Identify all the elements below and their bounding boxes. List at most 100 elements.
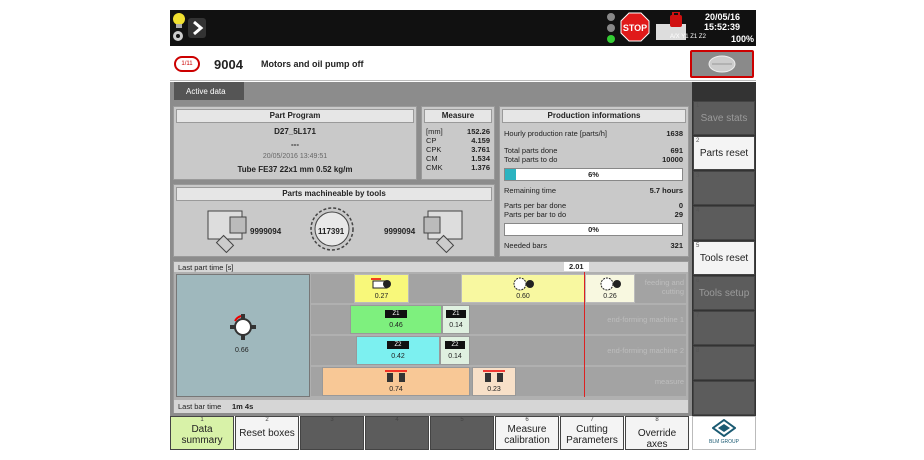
block-z2-a: Z2 0.42 xyxy=(356,336,440,365)
needed-bars-row: Needed bars 321 xyxy=(504,241,683,250)
measure-2-value: 0.23 xyxy=(487,386,501,393)
main-machine-box: 0.66 xyxy=(176,274,310,397)
feed-2-value: 0.26 xyxy=(603,293,617,300)
blm-logo-icon xyxy=(711,418,737,438)
tools-reset-button[interactable]: 5 Tools reset xyxy=(693,241,755,275)
timeline-top-strip xyxy=(174,262,688,272)
parts-reset-button[interactable]: 2 Parts reset xyxy=(693,136,755,170)
cut-value: 0.60 xyxy=(516,293,530,300)
measure-title: Measure xyxy=(424,109,492,123)
part-program-panel: Part Program D27_5L171 --- 20/05/2016 13… xyxy=(173,106,417,180)
softkey-bottom-3-button[interactable]: 3 xyxy=(300,416,364,450)
measure-row: [mm] 152.26 xyxy=(426,127,490,136)
tab-active-data[interactable]: Active data xyxy=(174,82,244,100)
block-measure-2: 0.23 xyxy=(472,367,516,396)
z1-a-value: 0.46 xyxy=(389,322,403,329)
brand-text: BLM GROUP xyxy=(708,439,739,445)
production-body: Hourly production rate [parts/h] 1638 Tot… xyxy=(504,129,683,250)
alarm-code: 9004 xyxy=(214,57,243,72)
cutter-right-icon xyxy=(418,203,466,254)
block-cut: 0.60 xyxy=(461,274,585,303)
alarm-badge[interactable]: 1/11 xyxy=(174,56,200,72)
measure-row: CP 4.159 xyxy=(426,136,490,145)
alarm-message: Motors and oil pump off xyxy=(261,59,364,69)
z2-a-tag: Z2 xyxy=(387,341,409,349)
emergency-button-icon[interactable] xyxy=(690,50,754,78)
remaining-row: Remaining time 5.7 hours xyxy=(504,186,683,195)
program-name: D27_5L171 xyxy=(274,127,316,136)
blm-logo: BLM GROUP xyxy=(692,416,756,450)
program-material: Tube FE37 22x1 mm 0.52 kg/m xyxy=(237,165,353,174)
last-bar-label: Last bar time xyxy=(178,402,222,411)
block-z1-a: Z1 0.46 xyxy=(350,305,442,334)
lane-label-feeding: feeding and cutting xyxy=(644,278,684,296)
cutting-parameters-button[interactable]: 7 Cutting Parameters xyxy=(560,416,624,450)
z1-a-tag: Z1 xyxy=(385,310,407,318)
last-part-label: Last part time [s] xyxy=(178,263,234,272)
part-program-title: Part Program xyxy=(176,109,414,123)
block-z2-b: Z2 0.14 xyxy=(440,336,470,365)
data-summary-button[interactable]: 1 Data summary xyxy=(170,416,234,450)
softkey-8-button[interactable]: 8 xyxy=(693,346,755,380)
stop-sign-icon[interactable]: STOP xyxy=(620,12,650,42)
measure-1-value: 0.74 xyxy=(389,386,403,393)
perbar-todo-row: Parts per bar to do 29 xyxy=(504,210,683,219)
alarm-header: 1/11 9004 Motors and oil pump off xyxy=(170,49,756,81)
z1-b-value: 0.14 xyxy=(449,322,463,329)
production-title: Production informations xyxy=(502,109,686,123)
program-datetime: 20/05/2016 13:49:51 xyxy=(262,153,328,160)
lightbulb-icon[interactable] xyxy=(172,12,186,30)
main-content: Active data Part Program D27_5L171 --- 2… xyxy=(170,82,692,416)
feed-1-value: 0.27 xyxy=(374,293,389,300)
softkey-9-button[interactable] xyxy=(693,381,755,415)
block-measure-1: 0.74 xyxy=(322,367,470,396)
measure-panel: Measure [mm] 152.26 CP 4.159 CPK 3.761 CM 1.… xyxy=(421,106,495,180)
z2-b-tag: Z2 xyxy=(445,341,465,349)
measure-row: CMK 1.376 xyxy=(426,163,490,172)
parts-progress-bar: 6% xyxy=(504,168,683,181)
override-percent: 100% xyxy=(730,34,754,44)
tools-setup-button[interactable]: 6 Tools setup xyxy=(693,276,755,310)
lane-label-measure: measure xyxy=(654,377,684,386)
z1-b-tag: Z1 xyxy=(446,310,466,318)
status-lights-icon xyxy=(606,12,616,44)
measure-row: CPK 3.761 xyxy=(426,145,490,154)
softkey-bottom-4-button[interactable]: 4 xyxy=(365,416,429,450)
override-axes-button[interactable]: 8 Override axes xyxy=(625,416,689,450)
measure-row: CM 1.534 xyxy=(426,154,490,163)
todo-row: Total parts to do 10000 xyxy=(504,155,683,164)
done-row: Total parts done 691 xyxy=(504,146,683,155)
reset-boxes-button[interactable]: 2 Reset boxes xyxy=(235,416,299,450)
save-stats-button[interactable]: 1 Save stats xyxy=(693,101,755,135)
top-status-bar: STOP A/X Y1 Z1 Z2 20/05/16 15:52:39 100% xyxy=(170,10,756,46)
cutter-left-icon xyxy=(204,203,252,254)
block-z1-b: Z1 0.14 xyxy=(442,305,470,334)
rotation-icon xyxy=(229,313,257,341)
tools-right-count: 9999094 xyxy=(384,227,416,236)
softkey-7-button[interactable]: 7 xyxy=(693,311,755,345)
softkey-bottom-5-button[interactable]: 5 xyxy=(430,416,494,450)
lane-label-end-forming-1: end-forming machine 1 xyxy=(607,315,684,324)
timeline-panel: Last part time [s] 2.01 0.66 feeding and… xyxy=(173,261,689,413)
perbar-done-row: Parts per bar done 0 xyxy=(504,201,683,210)
rate-row: Hourly production rate [parts/h] 1638 xyxy=(504,129,683,138)
tools-panel: Parts machineable by tools 9999094 11739… xyxy=(173,184,495,257)
current-time-marker xyxy=(584,272,585,397)
block-feed-1: 0.27 xyxy=(354,274,409,303)
tools-title: Parts machineable by tools xyxy=(176,187,492,201)
measure-calibration-button[interactable]: 6 Measure calibration xyxy=(495,416,559,450)
stop-label: STOP xyxy=(623,23,647,33)
last-part-value: 2.01 xyxy=(564,262,589,271)
chevron-right-icon[interactable] xyxy=(188,18,206,38)
block-feed-2: 0.26 xyxy=(585,274,635,303)
bar-progress-bar: 0% xyxy=(504,223,683,236)
softkey-4-button[interactable]: 4 xyxy=(693,206,755,240)
measure-rows: [mm] 152.26 CP 4.159 CPK 3.761 CM 1.534 CMK 1… xyxy=(426,127,490,172)
last-bar-value: 1m 4s xyxy=(232,402,254,411)
z2-b-value: 0.14 xyxy=(448,353,462,360)
softkey-3-button[interactable]: 3 xyxy=(693,171,755,205)
time-readout: 15:52:39 xyxy=(703,22,740,32)
gear-icon[interactable] xyxy=(172,30,184,42)
bar-progress-label: 0% xyxy=(588,225,599,234)
lane-label-end-forming-2: end-forming machine 2 xyxy=(607,346,684,355)
